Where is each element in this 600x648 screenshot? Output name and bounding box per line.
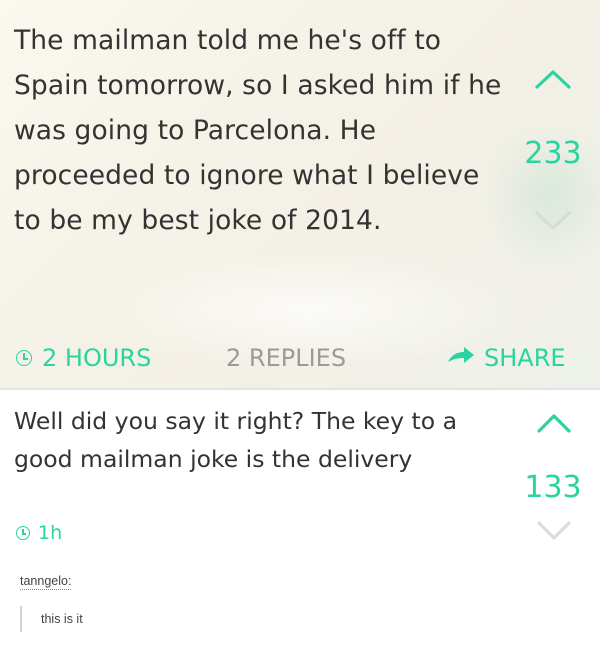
replies-link[interactable]: 2 REPLIES bbox=[226, 344, 346, 372]
tumblr-username[interactable]: tanngelo: bbox=[20, 574, 72, 590]
post-time: 2 HOURS bbox=[16, 344, 151, 372]
chevron-up-icon[interactable] bbox=[534, 68, 572, 94]
replies-label: 2 REPLIES bbox=[226, 344, 347, 372]
tumblr-comment-text: this is it bbox=[41, 612, 83, 626]
share-button[interactable]: SHARE bbox=[446, 344, 566, 372]
share-arrow-icon bbox=[446, 344, 476, 372]
chevron-down-icon[interactable] bbox=[534, 210, 572, 236]
clock-icon bbox=[16, 350, 32, 366]
reply-time: 1h bbox=[16, 522, 62, 544]
reply-time-label: 1h bbox=[38, 522, 63, 544]
post-vote-count: 233 bbox=[524, 136, 582, 171]
chevron-up-icon[interactable] bbox=[536, 412, 572, 438]
yik-yak-post: The mailman told me he's off to Spain to… bbox=[0, 0, 600, 388]
post-time-label: 2 HOURS bbox=[42, 344, 152, 372]
reply-vote-count: 133 bbox=[524, 470, 582, 505]
clock-icon bbox=[16, 526, 30, 540]
tumblr-comment: this is it bbox=[20, 606, 83, 632]
share-label: SHARE bbox=[484, 344, 566, 372]
post-text: The mailman told me he's off to Spain to… bbox=[14, 25, 502, 236]
reply-text: Well did you say it right? The key to a … bbox=[14, 407, 457, 473]
reply-item: Well did you say it right? The key to a … bbox=[0, 390, 600, 558]
chevron-down-icon[interactable] bbox=[536, 520, 572, 546]
